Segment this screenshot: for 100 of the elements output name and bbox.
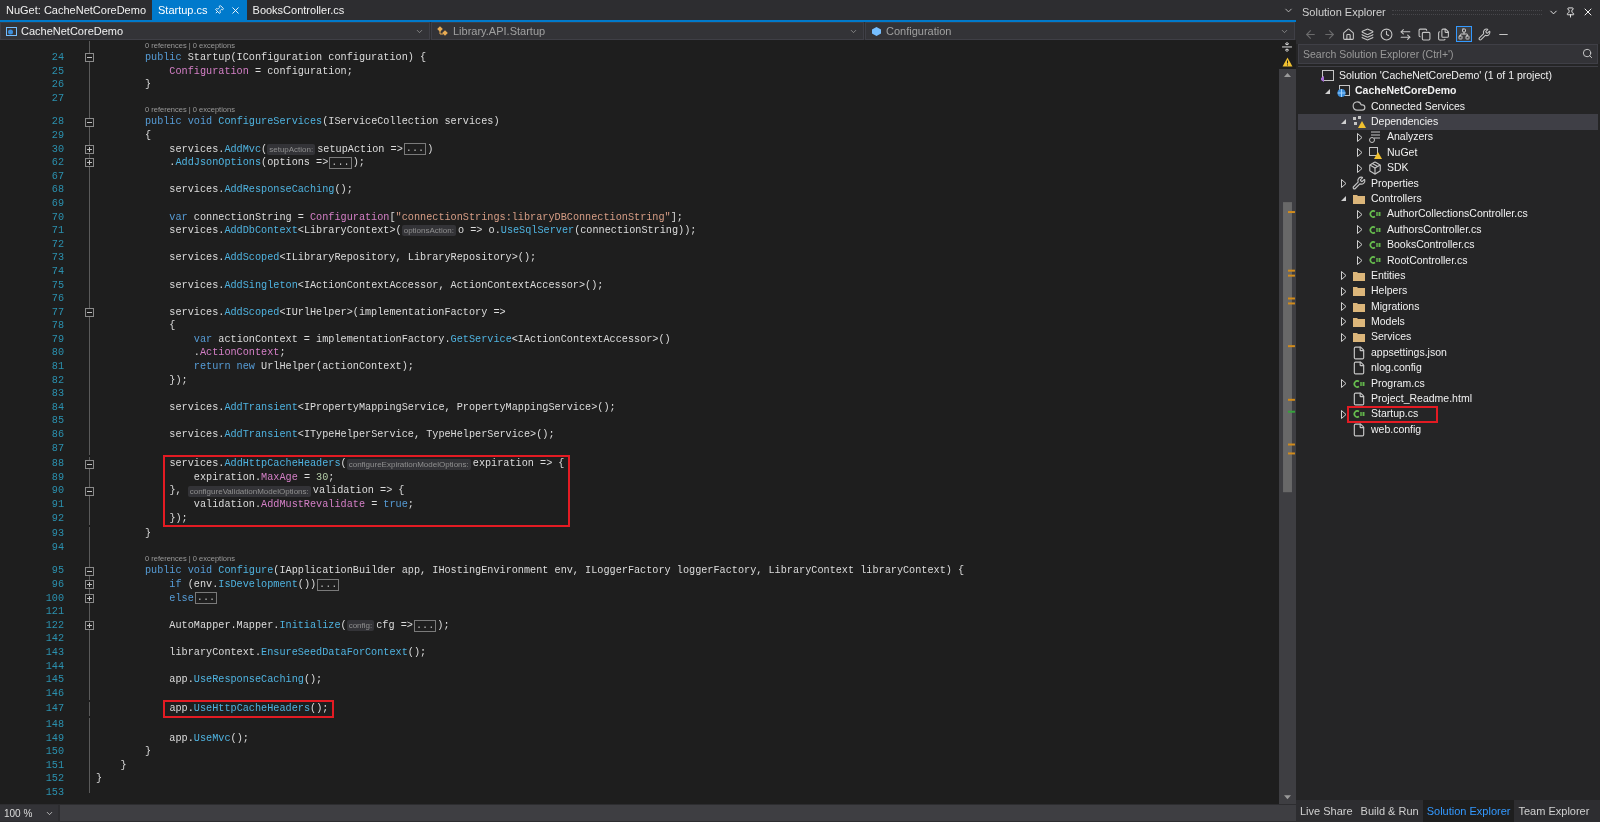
horizontal-scrollbar[interactable] (60, 805, 1296, 821)
tree-item[interactable]: SDK (1298, 160, 1598, 176)
collapsed-code[interactable]: ... (317, 578, 340, 591)
home-icon[interactable] (1342, 27, 1355, 41)
expand-toggle[interactable] (85, 144, 94, 154)
tree-item[interactable]: Analyzers (1298, 129, 1598, 145)
collapsed-arrow-icon[interactable] (1356, 209, 1363, 219)
expand-toggle[interactable] (85, 580, 94, 590)
warning-icon[interactable] (1281, 56, 1293, 67)
collapsed-arrow-icon[interactable] (1356, 163, 1363, 173)
tree-view-toggle[interactable] (1456, 26, 1472, 42)
code-text: (); (334, 183, 353, 197)
panel-tab[interactable]: Solution Explorer (1422, 800, 1515, 822)
code-text: validation. (192, 498, 262, 512)
search-icon[interactable] (1582, 48, 1593, 59)
collapse-icon[interactable] (1418, 27, 1431, 41)
files-icon[interactable] (1437, 27, 1450, 41)
collapsed-arrow-icon[interactable] (1340, 302, 1347, 312)
tree-item[interactable]: Models (1298, 314, 1598, 330)
collapsed-arrow-icon[interactable] (1340, 178, 1347, 188)
collapsed-arrow-icon[interactable] (1356, 255, 1363, 265)
tree-item[interactable]: Helpers (1298, 283, 1598, 299)
code-keyword: if (168, 577, 182, 592)
solution-icon (1320, 68, 1334, 83)
code-text: services. (168, 183, 225, 197)
dependencies-icon (1352, 114, 1366, 129)
panel-tab[interactable]: Live Share (1296, 800, 1357, 822)
line-number: 77 (51, 305, 64, 320)
panel-title: Solution Explorer (1302, 4, 1386, 20)
collapsed-arrow-icon[interactable] (1340, 332, 1347, 342)
navigation-dropdown[interactable]: Configuration (865, 22, 1295, 40)
collapsed-code[interactable]: ... (329, 156, 352, 169)
tree-item[interactable]: AuthorCollectionsController.cs (1298, 206, 1598, 222)
navigation-dropdown[interactable]: CacheNetCoreDemo (0, 22, 430, 40)
collapse-toggle[interactable] (85, 566, 94, 576)
tree-item[interactable]: AuthorsController.cs (1298, 221, 1598, 238)
tree-item[interactable]: Connected Services (1298, 98, 1598, 115)
collapsed-arrow-icon[interactable] (1356, 148, 1363, 158)
tree-item[interactable]: Entities (1298, 268, 1598, 284)
code-keyword: var (168, 210, 188, 225)
collapsed-arrow-icon[interactable] (1340, 286, 1347, 296)
panel-tab[interactable]: Build & Run (1356, 800, 1423, 822)
history-icon[interactable] (1380, 27, 1393, 41)
wrench-icon (1352, 176, 1366, 191)
collapsed-code[interactable]: ... (403, 143, 427, 156)
close-icon[interactable] (1582, 6, 1594, 18)
tree-item[interactable]: Solution 'CacheNetCoreDemo' (1 of 1 project) (1298, 68, 1598, 84)
code-text: }, (169, 484, 183, 498)
collapsed-arrow-icon[interactable] (1356, 240, 1363, 250)
tree-item[interactable]: CacheNetCoreDemo (1298, 83, 1598, 99)
code-text: services. (168, 278, 225, 293)
vertical-scrollbar[interactable] (1278, 68, 1296, 804)
editor-tab[interactable]: BooksController.cs (246, 0, 351, 20)
editor-tab[interactable]: NuGet: CacheNetCoreDemo (0, 0, 152, 20)
tree-item[interactable]: Startup.cs (1298, 406, 1598, 422)
tree-item[interactable]: NuGet (1298, 144, 1598, 161)
collapsed-arrow-icon[interactable] (1340, 409, 1347, 419)
collapsed-code[interactable]: ... (194, 592, 218, 605)
collapsed-arrow-icon[interactable] (1340, 379, 1347, 388)
code-text: <IActionContextAccessor>() (511, 332, 671, 347)
expand-toggle[interactable] (85, 621, 94, 631)
wrench-icon[interactable] (1478, 27, 1491, 41)
tree-item[interactable]: Program.cs (1298, 375, 1598, 392)
tree-item[interactable]: Migrations (1298, 298, 1598, 315)
sync-icon[interactable] (1399, 27, 1412, 41)
switch-views-icon[interactable] (1361, 27, 1374, 41)
collapsed-arrow-icon[interactable] (1356, 132, 1363, 142)
expanded-arrow-icon[interactable] (1340, 118, 1347, 126)
expand-toggle[interactable] (85, 593, 94, 603)
expanded-arrow-icon[interactable] (1324, 87, 1331, 95)
tree-item[interactable]: web.config (1298, 422, 1598, 438)
tree-item[interactable]: BooksController.cs (1298, 237, 1598, 253)
zoom-dropdown[interactable]: 100 % (0, 805, 58, 821)
code-text: (IApplicationBuilder app, IHostingEnvironment env, ILoggerFactory loggerFactory, LibraryContext libraryContext) { (273, 564, 965, 578)
tree-item[interactable]: Services (1298, 329, 1598, 346)
code-text: AutoMapper.Mapper. (168, 618, 280, 633)
collapse-toggle[interactable] (85, 117, 94, 127)
collapse-toggle[interactable] (85, 486, 94, 496)
collapse-toggle[interactable] (85, 308, 94, 317)
navigation-dropdown[interactable]: Library.API.Startup (431, 22, 864, 40)
code-text: libraryContext. (168, 645, 262, 660)
collapse-toggle[interactable] (85, 53, 94, 63)
panel-tab[interactable]: Team Explorer (1514, 800, 1594, 822)
tree-item[interactable]: Properties (1298, 175, 1598, 192)
collapsed-code[interactable]: ... (413, 619, 437, 632)
pin-icon[interactable] (1565, 6, 1576, 18)
collapsed-arrow-icon[interactable] (1340, 317, 1347, 327)
collapse-toggle[interactable] (85, 459, 94, 469)
collapsed-arrow-icon[interactable] (1340, 271, 1347, 281)
tree-item[interactable]: RootController.cs (1298, 252, 1598, 269)
tree-item[interactable]: Project_Readme.html (1298, 391, 1598, 407)
tree-item[interactable]: nlog.config (1298, 360, 1598, 376)
tree-item[interactable]: Dependencies (1298, 114, 1598, 130)
collapsed-arrow-icon[interactable] (1356, 225, 1363, 235)
expanded-arrow-icon[interactable] (1340, 195, 1347, 203)
tree-item[interactable]: Controllers (1298, 191, 1598, 207)
expand-toggle[interactable] (85, 158, 94, 168)
search-field[interactable]: Search Solution Explorer (Ctrl+') (1298, 44, 1598, 64)
tree-item[interactable]: appsettings.json (1298, 345, 1598, 361)
split-icon[interactable] (1281, 41, 1293, 53)
